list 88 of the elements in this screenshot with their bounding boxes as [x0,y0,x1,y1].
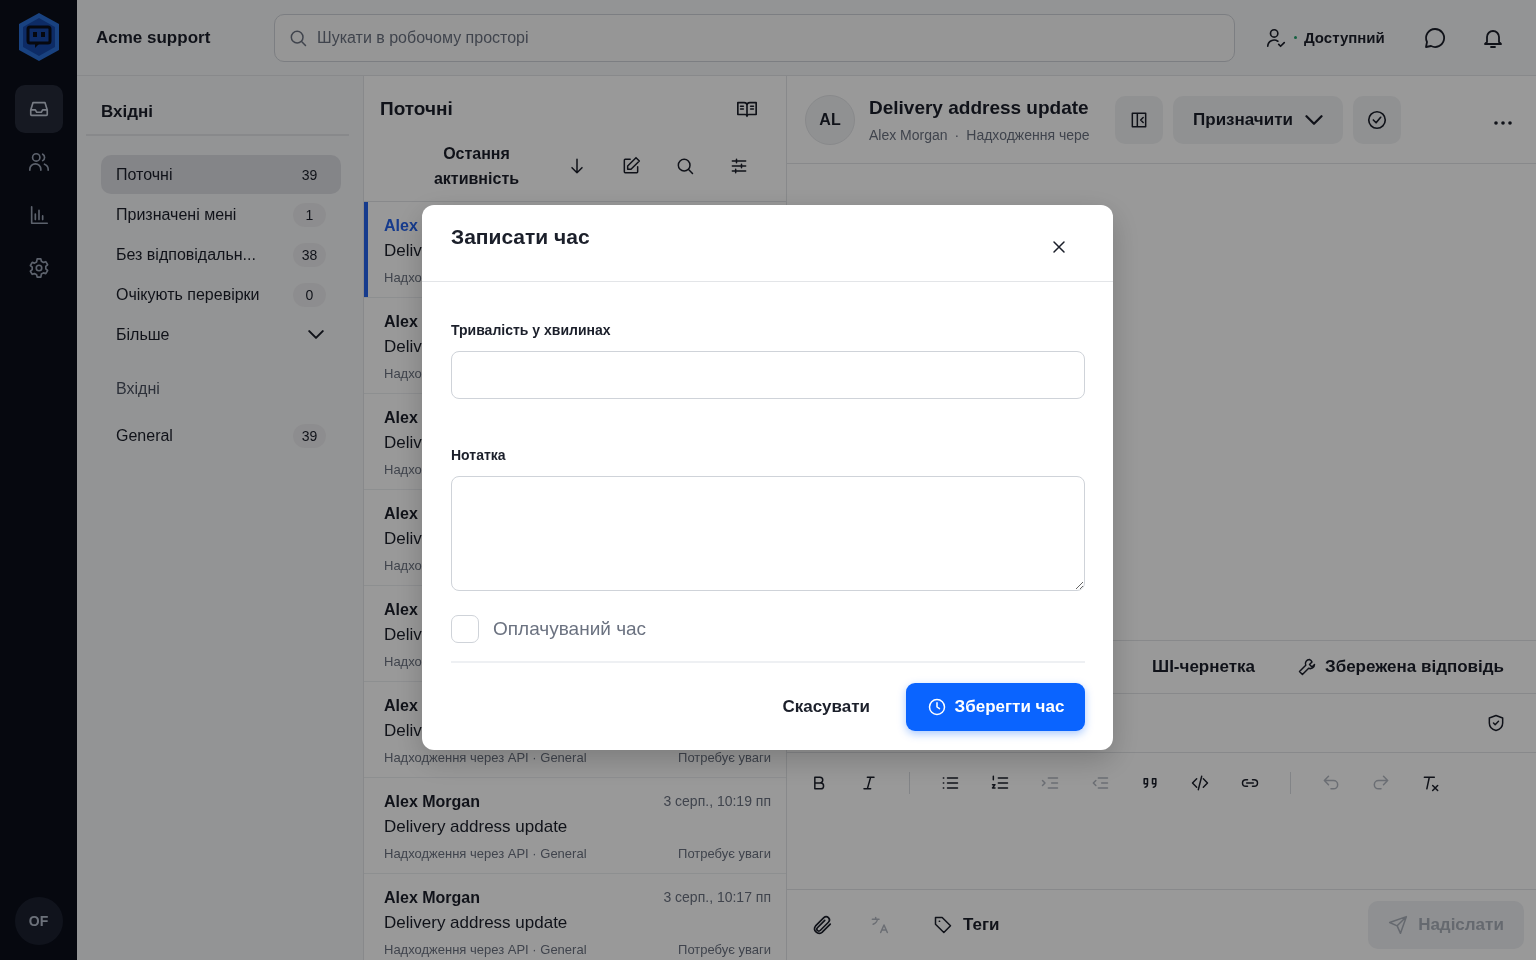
unread-count: 39 [300,165,319,185]
conversation-meta: Надхо [384,270,422,285]
field-label: Нотатка [451,447,507,463]
conversation-meta: Надхо [384,654,422,669]
send-icon [1388,915,1409,935]
status-text: Потребує уваги [678,750,771,765]
conversation-item[interactable]: Alex Morgan 3 серп., 10:17 пп Delivery address update Надходження через API · General Потребує уваги [364,874,786,960]
status-button[interactable]: Доступний [1265,26,1385,49]
timestamp: 3 серп., 10:19 пп [663,793,771,811]
conversation-meta: Надходження через API · General [384,942,587,957]
sidebar-title: Вхідні [86,76,349,136]
conversation-meta: Надхо [384,558,422,573]
compose-icon[interactable] [621,155,641,176]
modal-title: Записати час [451,225,590,249]
contact-name: Alex [384,697,418,715]
attach-icon[interactable] [811,914,833,936]
status-text: Потребує уваги [678,846,771,861]
sidebar-item[interactable]: Без відповідальн... 38 [101,235,341,274]
contact-avatar: AL [805,94,855,145]
clock-icon [926,697,947,717]
conversation-subject: Deliv [384,529,422,549]
duration-field[interactable] [451,351,1085,399]
workspace-name: Acme support [96,27,212,48]
contact-name: Alex Morgan [869,126,948,143]
conversation-subject: Delivery address update [384,913,568,933]
clear-format-icon[interactable] [1421,773,1441,793]
checkbox[interactable] [451,615,479,643]
conversation-title: Delivery address update [869,96,1090,119]
conversation-subject: Delivery address update [384,817,568,837]
contact-name: Alex Morgan [384,889,480,907]
conversation-item[interactable]: Alex Morgan 3 серп., 10:19 пп Delivery address update Надходження через API · General Потребує уваги [364,778,786,874]
assign-button[interactable]: Призначити [1173,95,1343,144]
contact-name: Alex [384,217,418,235]
sidebar-item[interactable]: Поточні 39 [101,155,341,194]
conversation-subject: Deliv [384,241,422,261]
conversation-meta: Надхо [384,366,422,381]
conversation-subject: Deliv [384,625,422,645]
code-icon[interactable] [1190,773,1210,793]
shield-icon [1486,713,1506,733]
user-avatar[interactable]: OF [14,897,63,945]
separator-dot: · [954,126,960,143]
wrench-icon [1297,657,1317,677]
unread-count: 0 [293,282,326,307]
tag-icon [933,915,953,935]
composer-tab[interactable]: Збережена відповідь [1297,657,1504,677]
unread-count: 1 [293,202,326,227]
composer-tab[interactable]: ШІ-чернетка [1152,657,1255,677]
nav-button[interactable] [14,85,63,133]
settings-icon [27,257,50,279]
section-title: Вхідні [116,380,161,398]
checkbox-label: Оплачуваний час [493,618,647,640]
conversation-meta: Надхо [384,462,422,477]
sort-button[interactable]: Остання активність [424,139,529,192]
sidebar-toggle-button[interactable] [1115,95,1163,144]
contact-name: Alex [384,313,418,331]
user-check-icon [1265,26,1287,49]
save-button[interactable]: Зберегти час [906,683,1085,731]
conversation-subject: Deliv [384,721,422,741]
chevron-icon [308,330,324,339]
logo-icon [16,12,61,62]
contact-name: Alex Morgan [384,793,480,811]
contact-name: Alex [384,601,418,619]
status-text: Потребує уваги [678,942,771,957]
unread-count: 38 [293,242,326,267]
resolve-button[interactable] [1353,95,1401,144]
sidebar-item[interactable]: General 39 [101,416,341,455]
conversation-subject: Deliv [384,337,422,357]
contact-name: Alex [384,409,418,427]
tags-button[interactable]: Теги [925,915,1000,935]
field-label: Тривалість у хвилинах [451,322,612,338]
conversation-subject: Deliv [384,433,422,453]
chevron-icon [1304,114,1323,125]
sidebar-item[interactable]: Очікують перевірки 0 [101,275,341,314]
chat-icon[interactable] [1422,25,1447,50]
note-field[interactable] [451,476,1085,591]
search-field[interactable]: Шукати в робочому просторі [274,13,1235,62]
conversation-meta: Надходження через API · General [384,846,587,861]
more-toggle[interactable]: Більше [101,315,341,354]
people-icon [27,151,50,173]
unread-count: 39 [293,423,326,448]
contact-name: Alex [384,505,418,523]
sidebar-item[interactable]: Призначені мені 1 [101,195,341,234]
cancel-button[interactable]: Скасувати [776,696,876,718]
more-icon[interactable] [1494,120,1512,125]
list-title: Поточні [380,98,453,120]
conversation-source: Надходження чере [966,126,1090,143]
timestamp: 3 серп., 10:17 пп [663,889,771,907]
conversation-meta: Надходження через API · General [384,750,587,765]
